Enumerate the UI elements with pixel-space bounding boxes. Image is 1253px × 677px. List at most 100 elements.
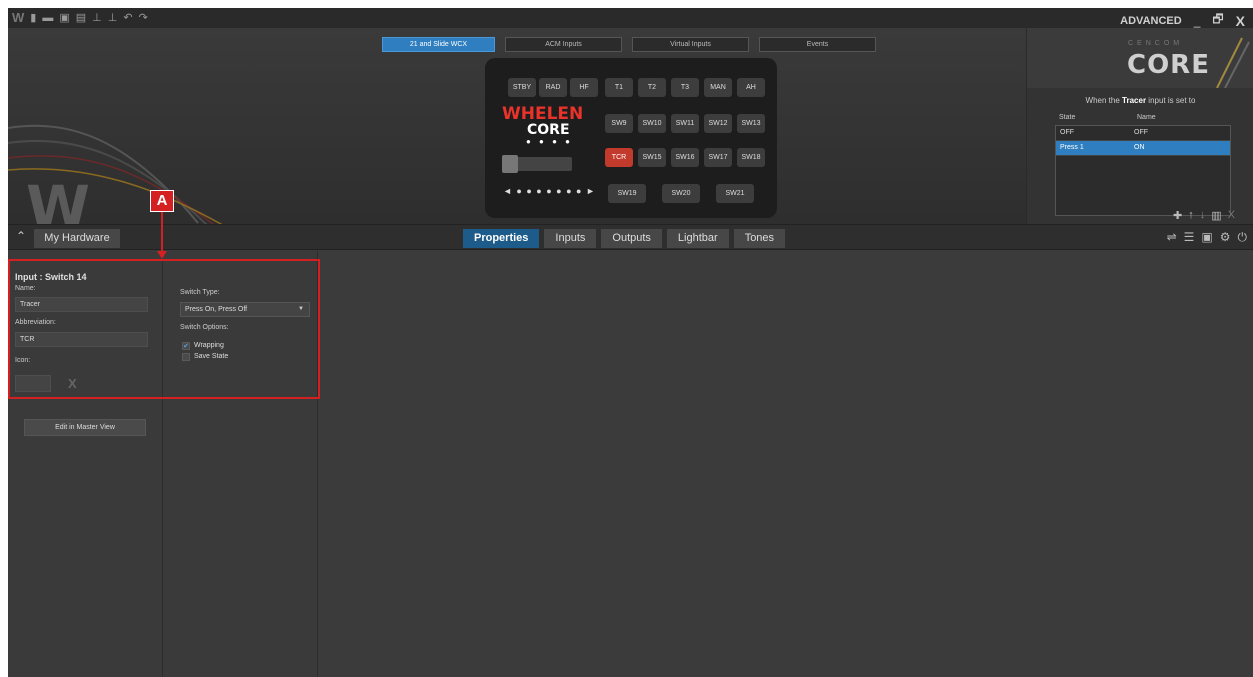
config-tab-events[interactable]: Events: [759, 37, 876, 52]
tab-outputs[interactable]: Outputs: [601, 229, 662, 248]
edit-in-master-view-button[interactable]: Edit in Master View: [24, 419, 146, 436]
settings-gear-icon[interactable]: ⚙: [1220, 230, 1231, 245]
name-field[interactable]: Tracer: [15, 297, 148, 312]
chevron-down-icon: ▼: [298, 306, 304, 312]
switch-options-panel: Switch Type: Press On, Press Off ▼ Switc…: [163, 251, 318, 677]
controller-button-sw9[interactable]: SW9: [605, 114, 633, 133]
save-icon[interactable]: ▣: [59, 11, 69, 25]
slide-switch-knob[interactable]: [502, 155, 518, 173]
minimize-button[interactable]: _: [1194, 14, 1201, 28]
icon-label: Icon:: [15, 357, 31, 364]
title-suffix: input is set to: [1148, 96, 1196, 105]
open-folder-icon[interactable]: ▬: [42, 11, 53, 25]
controller-button-man[interactable]: MAN: [704, 78, 732, 97]
power-icon[interactable]: ⏻: [1238, 230, 1248, 245]
workspace-area: [318, 251, 1253, 677]
collapse-icon[interactable]: ⌃: [16, 229, 26, 243]
controller-button-sw10[interactable]: SW10: [638, 114, 666, 133]
controller-button-sw12[interactable]: SW12: [704, 114, 732, 133]
controller-button-sw19[interactable]: SW19: [608, 184, 646, 203]
app-window: W ▮ ▬ ▣ ▤ ⊥ ⊥ ↶ ↷ ADVANCED _ 🗗 X W 21 an…: [8, 8, 1253, 677]
wrapping-checkbox[interactable]: ✔: [182, 342, 190, 350]
configuration-tabs: 21 and Slide WCX ACM Inputs Virtual Inpu…: [382, 37, 876, 52]
download-icon[interactable]: ⊥: [108, 11, 118, 25]
my-hardware-button[interactable]: My Hardware: [34, 229, 120, 248]
switch-options-label: Switch Options:: [180, 324, 229, 331]
controller-button-rad[interactable]: RAD: [539, 78, 567, 97]
icon-picker[interactable]: [15, 375, 51, 392]
whelen-logo-icon: W: [12, 10, 25, 25]
wrapping-label: Wrapping: [194, 342, 224, 349]
view-tools: ⇌ ☰ ▣ ⚙ ⏻: [1167, 230, 1247, 245]
name-label: Name:: [15, 285, 36, 292]
config-tab-21-and-slide-wcx[interactable]: 21 and Slide WCX: [382, 37, 495, 52]
tab-inputs[interactable]: Inputs: [544, 229, 597, 248]
core-brand-logo: CORE: [1127, 50, 1210, 80]
controller-graphic: STBY RAD HF T1 T2 T3 MAN AH WHELEN CORE …: [485, 58, 777, 218]
move-down-icon[interactable]: ↓: [1200, 209, 1206, 222]
controller-button-t3[interactable]: T3: [671, 78, 699, 97]
redo-icon[interactable]: ↷: [139, 11, 148, 25]
header: W 21 and Slide WCX ACM Inputs Virtual In…: [8, 28, 1253, 224]
controller-button-tcr[interactable]: TCR: [605, 148, 633, 167]
controller-button-stby[interactable]: STBY: [508, 78, 536, 97]
add-state-icon[interactable]: ✚: [1173, 209, 1182, 222]
undo-icon[interactable]: ↶: [123, 11, 132, 25]
tab-tones[interactable]: Tones: [733, 229, 786, 248]
abbreviation-label: Abbreviation:: [15, 319, 56, 326]
sort-icon[interactable]: ⇌: [1167, 230, 1177, 245]
controller-button-t2[interactable]: T2: [638, 78, 666, 97]
clear-icon-button[interactable]: X: [68, 376, 77, 391]
controller-button-t1[interactable]: T1: [605, 78, 633, 97]
zoom-view-icon[interactable]: ▣: [1201, 230, 1212, 245]
abbreviation-field[interactable]: TCR: [15, 332, 148, 347]
controller-button-sw21[interactable]: SW21: [716, 184, 754, 203]
state-table: OFF OFF Press 1 ON: [1055, 125, 1231, 216]
name-column-header: Name: [1137, 114, 1156, 121]
state-row-selected[interactable]: Press 1 ON: [1056, 141, 1230, 156]
state-panel: CENCOM CORE When the Tracer input is set…: [1026, 28, 1253, 224]
controller-button-sw17[interactable]: SW17: [704, 148, 732, 167]
state-column-header: State: [1059, 114, 1076, 121]
annotation-label: A: [150, 190, 174, 212]
config-tab-acm-inputs[interactable]: ACM Inputs: [505, 37, 622, 52]
title-prefix: When the: [1085, 96, 1120, 105]
switch-type-label: Switch Type:: [180, 289, 220, 296]
tab-lightbar[interactable]: Lightbar: [666, 229, 729, 248]
config-tab-virtual-inputs[interactable]: Virtual Inputs: [632, 37, 749, 52]
brand-area: CENCOM CORE: [1027, 28, 1253, 88]
state-tools: ✚ ↑ ↓ ▥ X: [1173, 209, 1235, 222]
input-name-bold: Tracer: [1122, 96, 1147, 105]
name-cell: ON: [1134, 144, 1145, 151]
switch-type-dropdown[interactable]: Press On, Press Off ▼: [180, 302, 310, 317]
controller-button-sw16[interactable]: SW16: [671, 148, 699, 167]
controller-button-sw20[interactable]: SW20: [662, 184, 700, 203]
list-view-icon[interactable]: ☰: [1184, 230, 1195, 245]
cencom-label: CENCOM: [1128, 40, 1184, 47]
move-up-icon[interactable]: ↑: [1188, 209, 1194, 222]
controller-button-ah[interactable]: AH: [737, 78, 765, 97]
mode-label[interactable]: ADVANCED: [1120, 15, 1182, 27]
annotation-pointer-line: [161, 212, 163, 256]
whelen-logo: WHELEN: [502, 104, 584, 124]
controller-button-hf[interactable]: HF: [570, 78, 598, 97]
upload-icon[interactable]: ⊥: [92, 11, 102, 25]
controller-button-sw15[interactable]: SW15: [638, 148, 666, 167]
new-file-icon[interactable]: ▮: [30, 11, 36, 25]
delete-state-icon[interactable]: X: [1228, 209, 1235, 222]
input-title: Input : Switch 14: [15, 272, 87, 282]
title-bar: W ▮ ▬ ▣ ▤ ⊥ ⊥ ↶ ↷ ADVANCED _ 🗗 X: [8, 8, 1253, 29]
name-cell: OFF: [1134, 129, 1148, 136]
controller-button-sw11[interactable]: SW11: [671, 114, 699, 133]
quick-access-toolbar: W ▮ ▬ ▣ ▤ ⊥ ⊥ ↶ ↷: [12, 11, 148, 25]
tab-properties[interactable]: Properties: [463, 229, 540, 248]
copy-icon[interactable]: ▥: [1211, 209, 1221, 222]
led-indicator-row: ◄ ● ● ● ● ● ● ● ►: [503, 186, 596, 196]
close-button[interactable]: X: [1236, 13, 1245, 29]
state-row[interactable]: OFF OFF: [1056, 126, 1230, 141]
save-state-label: Save State: [194, 353, 229, 360]
save-state-checkbox[interactable]: [182, 353, 190, 361]
controller-button-sw13[interactable]: SW13: [737, 114, 765, 133]
print-icon[interactable]: ▤: [76, 11, 86, 25]
controller-button-sw18[interactable]: SW18: [737, 148, 765, 167]
